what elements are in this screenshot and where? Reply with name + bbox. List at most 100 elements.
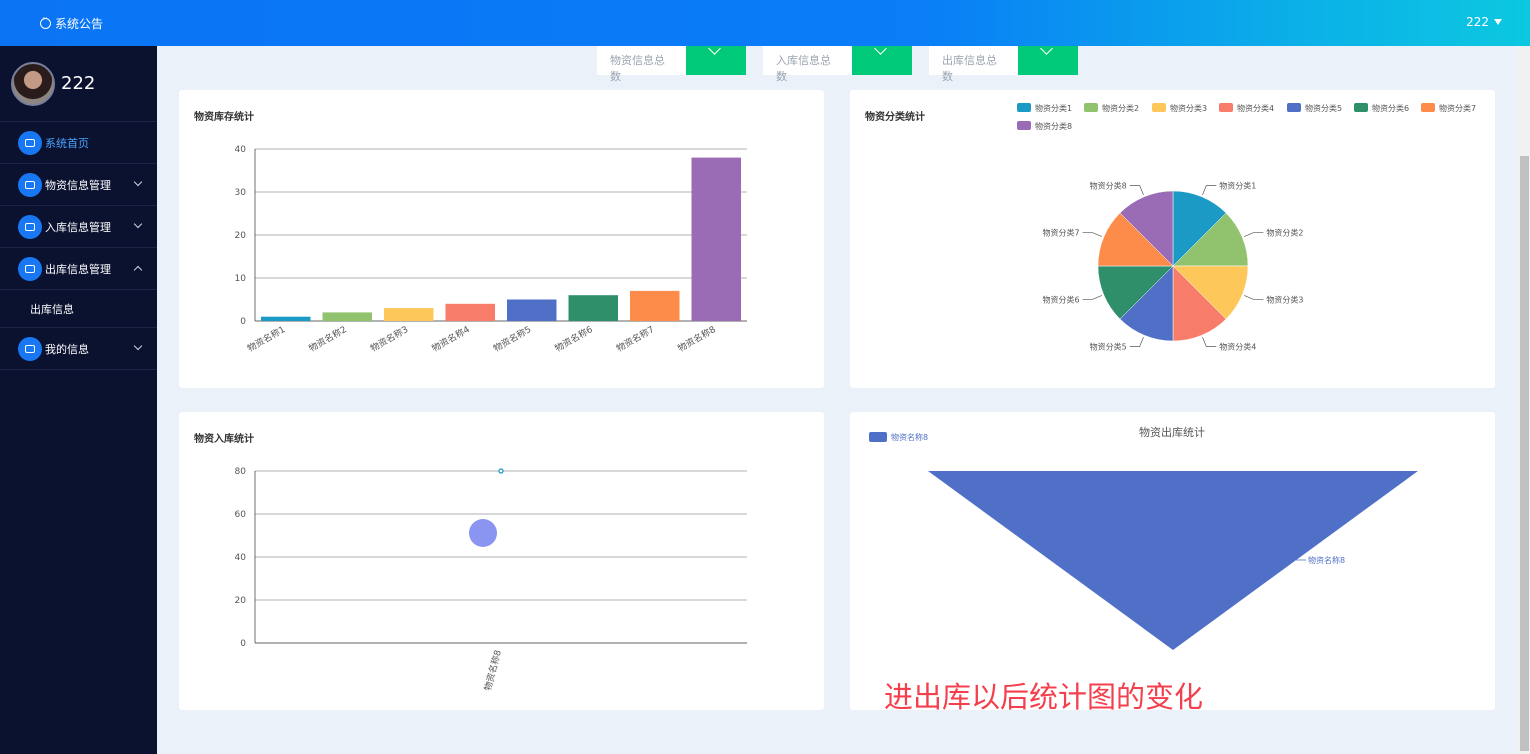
scrollbar-thumb[interactable] — [1520, 156, 1529, 751]
bar — [630, 290, 680, 321]
home-icon — [18, 130, 42, 155]
pie-label: 物资分类3 — [1266, 294, 1303, 304]
y-tick-label: 40 — [235, 553, 247, 563]
chart-title: 物资出库统计 — [1139, 425, 1205, 439]
stat-label: 物资信息总数 — [610, 54, 665, 83]
stat-card-outbound: 出库信息总数 — [929, 46, 1078, 83]
card-icon — [18, 336, 42, 361]
bar — [568, 295, 618, 321]
sidebar-item-outbound[interactable]: 出库信息管理 — [0, 248, 157, 290]
y-tick-label: 0 — [240, 317, 246, 327]
legend-label: 物资分类1 — [1035, 103, 1072, 113]
x-tick-label: 物资名称5 — [491, 323, 533, 354]
sidebar-subitem-outbound-info[interactable]: 出库信息 — [0, 290, 157, 328]
pie-label-line — [1244, 295, 1264, 300]
line-point — [498, 468, 504, 474]
notice-button[interactable]: 系统公告 — [40, 14, 104, 32]
avatar — [11, 61, 55, 106]
pie-label: 物资分类7 — [1043, 228, 1080, 238]
category-pie-chart: 物资分类1 物资分类2 物资分类3 物资分类4 物资分类5 物资分类6 物资分类7 物资分类8… — [1017, 103, 1476, 351]
legend-label: 物资名称8 — [891, 432, 928, 442]
bar — [322, 312, 372, 321]
pie-label: 物资分类2 — [1266, 228, 1303, 238]
sidebar-item-label: 系统首页 — [45, 136, 89, 150]
monitor-icon — [18, 172, 42, 197]
inbound-icon — [18, 214, 42, 239]
stat-card-inbound: 入库信息总数 — [763, 46, 912, 83]
pie-label-line — [1082, 295, 1102, 300]
sidebar-item-label: 出库信息 — [30, 302, 74, 316]
x-tick-label: 物资名称4 — [430, 323, 472, 354]
inbound-chart-card: 物资入库统计 0 20 40 60 80 物资名称8 — [179, 412, 824, 710]
y-tick-label: 20 — [235, 231, 247, 241]
legend-label: 物资分类3 — [1170, 103, 1207, 113]
pie-label-line — [1129, 337, 1144, 347]
funnel-label: 物资名称8 — [1308, 555, 1345, 565]
y-tick-label: 40 — [235, 145, 247, 155]
sliders-icon — [18, 256, 42, 281]
outbound-chart-card: 物资出库统计物资名称8 物资名称8 — [850, 412, 1495, 710]
y-tick-label: 10 — [235, 274, 247, 284]
stock-bar-chart: 0 10 20 30 40 物资名称1 物资名称2 物资名称3 物资名称4 物资名称5 物资名称6 物… — [235, 145, 747, 354]
legend-swatch — [1017, 103, 1031, 112]
pie-label: 物资分类1 — [1219, 181, 1256, 191]
card-title: 物资库存统计 — [194, 112, 254, 123]
legend-label: 物资分类2 — [1102, 103, 1139, 113]
category-chart-card: 物资分类统计 物资分类1 物资分类2 物资分类3 物资分类4 物资分类5 物资分类6 物资分… — [850, 90, 1495, 388]
pie-label: 物资分类4 — [1219, 341, 1256, 351]
y-tick-label: 30 — [235, 188, 247, 198]
sidebar-item-label: 入库信息管理 — [45, 220, 111, 234]
top-bar: 系统公告 222 — [0, 0, 1530, 46]
y-tick-label: 60 — [235, 510, 247, 520]
y-tick-label: 80 — [235, 467, 247, 477]
bar — [261, 316, 311, 321]
x-tick-label: 物资名称8 — [482, 648, 504, 692]
pie-label: 物资分类8 — [1090, 181, 1127, 191]
stock-chart-card: 物资库存统计 0 10 20 30 40 物资名称1 物资名称2 物资名称3 物资名称4 物资名称… — [179, 90, 824, 388]
chevron-down-icon — [133, 177, 143, 187]
legend-swatch — [1421, 103, 1435, 112]
user-dropdown[interactable]: 222 — [1466, 15, 1502, 29]
page-scrollbar[interactable] — [1518, 46, 1530, 754]
bar — [445, 303, 495, 321]
pie-label-line — [1202, 185, 1217, 195]
legend-label: 物资分类4 — [1237, 103, 1274, 113]
bar — [384, 308, 434, 321]
legend-swatch — [1287, 103, 1301, 112]
legend-swatch — [1152, 103, 1166, 112]
legend-label: 物资分类5 — [1305, 103, 1342, 113]
sidebar-item-label: 我的信息 — [45, 342, 89, 356]
pie-label-line — [1244, 232, 1264, 237]
pie-label-line — [1129, 185, 1144, 195]
legend-label: 物资分类7 — [1439, 103, 1476, 113]
pie-label-line — [1082, 232, 1102, 237]
annotation-text: 进出库以后统计图的变化 — [884, 680, 1204, 714]
legend-swatch — [1017, 121, 1031, 130]
pie-label: 物资分类5 — [1090, 341, 1127, 351]
pie-label: 物资分类6 — [1043, 294, 1080, 304]
bar — [507, 299, 557, 321]
sidebar-item-label: 出库信息管理 — [45, 262, 111, 276]
chevron-down-icon — [133, 219, 143, 229]
inbound-line-chart: 0 20 40 60 80 物资名称8 — [235, 467, 747, 692]
y-tick-label: 20 — [235, 596, 247, 606]
profile: 222 — [0, 46, 157, 122]
caret-down-icon — [1494, 19, 1502, 25]
notice-label: 系统公告 — [55, 17, 104, 31]
chevron-down-icon — [1018, 46, 1078, 75]
bar — [691, 157, 741, 321]
sidebar-item-material[interactable]: 物资信息管理 — [0, 164, 157, 206]
stat-label: 出库信息总数 — [942, 54, 997, 83]
legend-swatch — [1354, 103, 1368, 112]
sidebar-item-home[interactable]: 系统首页 — [0, 122, 157, 164]
y-tick-label: 0 — [240, 639, 246, 649]
x-tick-label: 物资名称6 — [553, 323, 595, 354]
card-title: 物资分类统计 — [865, 112, 925, 123]
sidebar-item-my-info[interactable]: 我的信息 — [0, 328, 157, 370]
legend-swatch — [1219, 103, 1233, 112]
chevron-up-icon — [133, 265, 143, 275]
sidebar-item-label: 物资信息管理 — [45, 178, 111, 192]
sidebar-item-inbound[interactable]: 入库信息管理 — [0, 206, 157, 248]
profile-name: 222 — [61, 73, 96, 94]
x-tick-label: 物资名称2 — [307, 323, 349, 354]
